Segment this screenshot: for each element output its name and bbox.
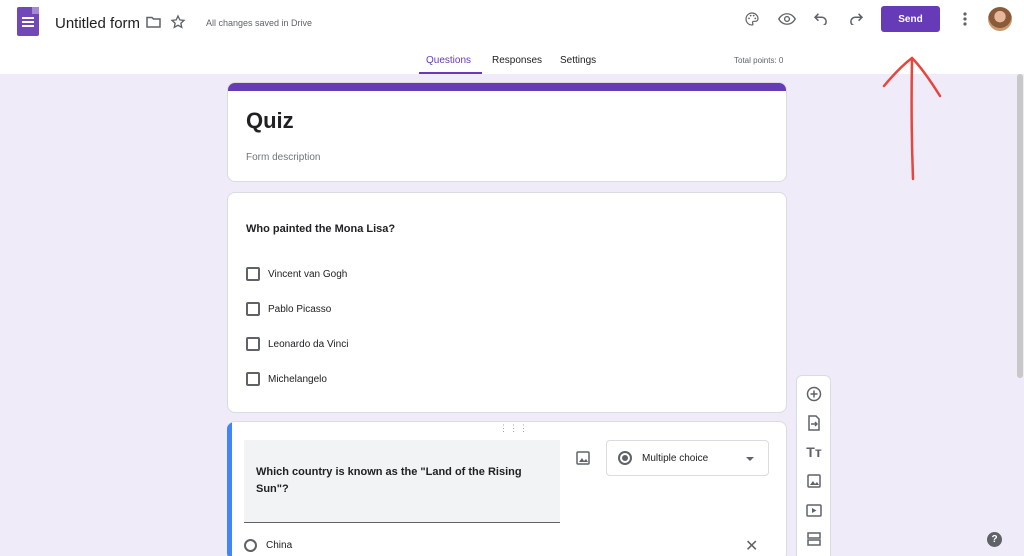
- form-heading[interactable]: Quiz: [246, 108, 294, 134]
- checkbox[interactable]: [246, 302, 260, 316]
- save-status: All changes saved in Drive: [206, 18, 313, 28]
- radio-icon: [618, 451, 632, 465]
- active-question-card[interactable]: ⋮⋮⋮ Which country is known as the "Land …: [227, 421, 787, 556]
- option-label: Vincent van Gogh: [268, 268, 348, 280]
- question-text: Which country is known as the "Land of t…: [256, 466, 522, 495]
- avatar[interactable]: [988, 7, 1012, 31]
- checkbox[interactable]: [246, 267, 260, 281]
- question-text-field[interactable]: Which country is known as the "Land of t…: [244, 440, 560, 523]
- import-questions-icon[interactable]: [805, 414, 823, 432]
- form-description-field[interactable]: Form description: [246, 152, 320, 163]
- option-label[interactable]: China: [266, 540, 292, 551]
- tab-responses[interactable]: Responses: [492, 55, 542, 66]
- close-icon[interactable]: ✕: [745, 536, 758, 556]
- option-label: Pablo Picasso: [268, 303, 332, 315]
- annotation-arrow-icon: [882, 56, 942, 181]
- form-title-field[interactable]: Untitled form: [55, 15, 140, 32]
- tab-questions[interactable]: Questions: [426, 55, 471, 66]
- question-type-label: Multiple choice: [642, 452, 709, 464]
- tab-settings[interactable]: Settings: [560, 55, 596, 66]
- active-indicator-bar: [227, 422, 232, 556]
- radio-button[interactable]: [244, 539, 257, 552]
- floating-toolbar: Tт: [796, 375, 831, 556]
- radio-option[interactable]: China: [244, 539, 292, 552]
- question-type-dropdown[interactable]: Multiple choice: [606, 440, 769, 476]
- header-accent-bar: [228, 83, 786, 91]
- checkbox-option[interactable]: Vincent van Gogh: [246, 267, 347, 281]
- checkbox-option[interactable]: Pablo Picasso: [246, 302, 331, 316]
- add-section-icon[interactable]: [805, 530, 823, 548]
- add-question-icon[interactable]: [805, 385, 823, 403]
- help-icon[interactable]: ?: [987, 532, 1002, 547]
- folder-icon[interactable]: [145, 15, 161, 29]
- redo-icon[interactable]: [848, 11, 864, 27]
- undo-icon[interactable]: [813, 11, 829, 27]
- add-image-to-question-icon[interactable]: [576, 451, 590, 470]
- option-label: Michelangelo: [268, 373, 327, 385]
- scrollbar[interactable]: [1017, 74, 1023, 378]
- palette-icon[interactable]: [743, 10, 761, 28]
- star-icon[interactable]: [170, 14, 186, 30]
- add-image-icon[interactable]: [805, 472, 823, 490]
- checkbox[interactable]: [246, 337, 260, 351]
- forms-logo-icon[interactable]: [17, 7, 39, 36]
- question-text: Who painted the Mona Lisa?: [246, 223, 396, 235]
- drag-handle-icon[interactable]: ⋮⋮⋮: [499, 424, 529, 433]
- total-points: Total points: 0: [734, 56, 784, 65]
- more-vert-icon[interactable]: [957, 10, 973, 28]
- form-header-card: Quiz Form description: [227, 82, 787, 182]
- top-bar: Untitled form All changes saved in Drive…: [0, 0, 1024, 45]
- option-label: Leonardo da Vinci: [268, 338, 349, 350]
- send-button[interactable]: Send: [881, 6, 940, 32]
- checkbox[interactable]: [246, 372, 260, 386]
- add-title-icon[interactable]: Tт: [805, 443, 823, 461]
- tab-bar: Questions Responses Settings Total point…: [0, 45, 1024, 74]
- checkbox-option[interactable]: Leonardo da Vinci: [246, 337, 348, 351]
- preview-eye-icon[interactable]: [778, 10, 796, 28]
- active-tab-indicator: [419, 72, 482, 74]
- chevron-down-icon: [746, 457, 754, 461]
- add-video-icon[interactable]: [805, 501, 823, 519]
- checkbox-option[interactable]: Michelangelo: [246, 372, 327, 386]
- question-card[interactable]: Who painted the Mona Lisa? Vincent van G…: [227, 192, 787, 413]
